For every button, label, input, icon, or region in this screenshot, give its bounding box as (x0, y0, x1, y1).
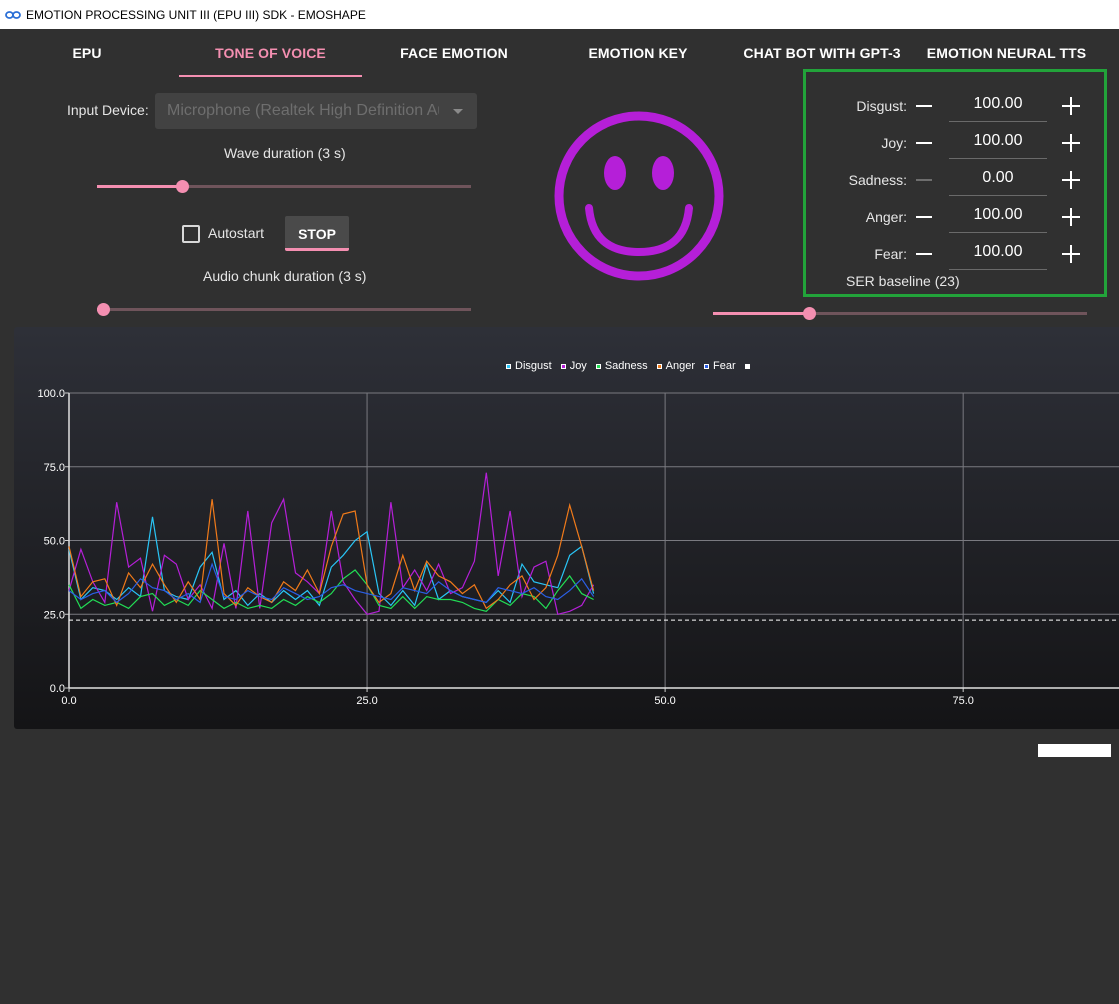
emotion-value-field[interactable]: 100.00 (949, 237, 1047, 270)
title-bar: EMOTION PROCESSING UNIT III (EPU III) SD… (0, 0, 1119, 29)
white-indicator (1038, 744, 1111, 757)
emotion-label: Disgust: (856, 98, 907, 114)
x-tick-label: 0.0 (61, 695, 76, 707)
y-tick-label: 100.0 (37, 388, 65, 400)
emotion-row-fear: Fear: 100.00 (806, 237, 1104, 274)
x-tick-label: 50.0 (654, 695, 675, 707)
plus-icon[interactable] (1062, 134, 1080, 152)
plus-icon[interactable] (1062, 208, 1080, 226)
emotion-label: Joy: (881, 135, 907, 151)
ser-baseline-slider[interactable] (713, 303, 1087, 323)
window-title: EMOTION PROCESSING UNIT III (EPU III) SD… (26, 7, 366, 22)
minus-icon[interactable] (916, 179, 932, 181)
series-line-fear (68, 562, 595, 604)
infinity-icon (5, 10, 21, 19)
slider-track (97, 308, 471, 311)
emotion-value-field[interactable]: 0.00 (949, 163, 1047, 196)
input-device-select[interactable]: Microphone (Realtek High Definition Audi… (155, 93, 477, 129)
tab-tone-of-voice[interactable]: TONE OF VOICE (179, 29, 362, 77)
minus-icon[interactable] (916, 142, 932, 144)
dropdown-arrow-icon (453, 109, 463, 114)
emotion-row-anger: Anger: 100.00 (806, 200, 1104, 237)
plus-icon[interactable] (1062, 97, 1080, 115)
emotion-value-field[interactable]: 100.00 (949, 126, 1047, 159)
wave-duration-slider[interactable] (97, 176, 471, 196)
y-tick-label: 0.0 (50, 683, 65, 695)
tab-epu[interactable]: EPU (0, 29, 174, 77)
slider-fill (97, 185, 182, 188)
slider-handle[interactable] (97, 303, 110, 316)
plus-icon[interactable] (1062, 171, 1080, 189)
emotion-row-joy: Joy: 100.00 (806, 126, 1104, 163)
plus-icon[interactable] (1062, 245, 1080, 263)
minus-icon[interactable] (916, 216, 932, 218)
audio-chunk-slider[interactable] (97, 299, 471, 319)
audio-chunk-label: Audio chunk duration (3 s) (203, 268, 367, 284)
emotion-value-field[interactable]: 100.00 (949, 89, 1047, 122)
emotion-value-field[interactable]: 100.00 (949, 200, 1047, 233)
emotion-row-disgust: Disgust: 100.00 (806, 89, 1104, 126)
emotion-row-sadness: Sadness: 0.00 (806, 163, 1104, 200)
y-tick-label: 50.0 (44, 536, 65, 548)
emotion-line-chart: Disgust Joy Sadness Anger Fear 0.0 25.0 50.0 75… (14, 327, 1119, 729)
chart-plot: 0.0 25.0 50.0 75.0 100.0 0.0 25.0 50.0 75.0 (37, 388, 1119, 707)
tab-face-emotion[interactable]: FACE EMOTION (362, 29, 546, 77)
slider-handle[interactable] (176, 180, 189, 193)
x-tick-label: 25.0 (356, 695, 377, 707)
minus-icon[interactable] (916, 253, 932, 255)
ser-baseline-label: SER baseline (23) (846, 273, 960, 289)
emotion-label: Sadness: (848, 172, 907, 188)
input-device-value: Microphone (Realtek High Definition Audi… (167, 102, 439, 119)
happy-face-icon (554, 111, 724, 281)
emotion-values-panel: Disgust: 100.00 Joy: 100.00 Sadness: 0.0… (803, 69, 1107, 297)
emotion-label: Fear: (874, 246, 907, 262)
y-tick-label: 25.0 (44, 609, 65, 621)
slider-handle[interactable] (803, 307, 816, 320)
slider-fill (713, 312, 809, 315)
x-tick-label: 75.0 (952, 695, 973, 707)
wave-duration-label: Wave duration (3 s) (224, 145, 346, 161)
minus-icon[interactable] (916, 105, 932, 107)
autostart-checkbox[interactable] (182, 225, 200, 243)
emotion-label: Anger: (865, 209, 907, 225)
autostart-label: Autostart (208, 225, 265, 241)
input-device-label: Input Device: (67, 102, 149, 118)
tab-emotion-key[interactable]: EMOTION KEY (546, 29, 730, 77)
stop-button[interactable]: STOP (285, 216, 349, 251)
y-tick-label: 75.0 (44, 462, 65, 474)
